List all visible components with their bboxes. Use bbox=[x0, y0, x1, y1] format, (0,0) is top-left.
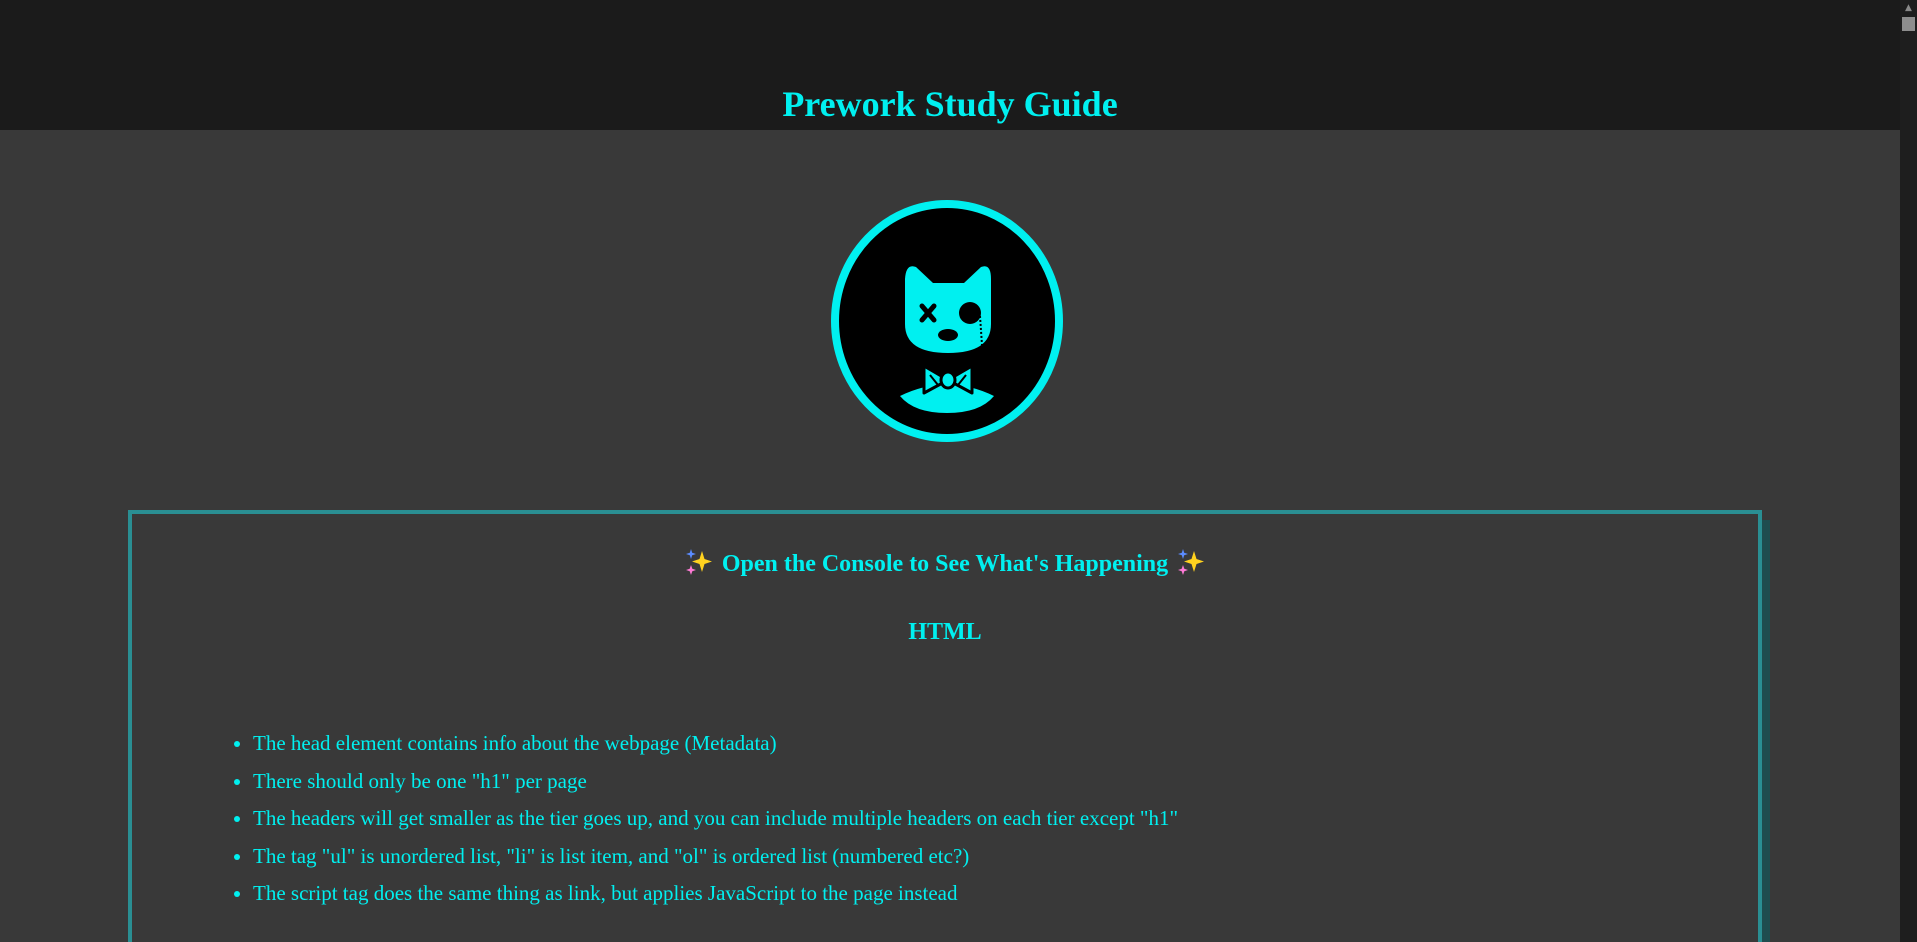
list-item: The head element contains info about the… bbox=[253, 725, 1178, 763]
section-title-html: HTML bbox=[908, 619, 982, 645]
page-header: Prework Study Guide bbox=[0, 0, 1900, 130]
sparkles-icon bbox=[684, 547, 714, 577]
list-item: The script tag does the same thing as li… bbox=[253, 875, 1178, 913]
study-card: Open the Console to See What's Happening… bbox=[128, 510, 1762, 942]
console-heading-text: Open the Console to See What's Happening bbox=[721, 551, 1169, 577]
console-heading: Open the Console to See What's Happening bbox=[132, 546, 1758, 582]
sparkles-icon bbox=[1176, 547, 1206, 577]
list-item: The headers will get smaller as the tier… bbox=[253, 800, 1178, 838]
list-item: The tag "ul" is unordered list, "li" is … bbox=[253, 838, 1178, 876]
page-title: Prework Study Guide bbox=[782, 84, 1118, 124]
cat-with-monocle-and-bowtie-icon bbox=[830, 199, 1064, 443]
notes-list: The head element contains info about the… bbox=[230, 725, 1178, 913]
scroll-up-arrow-icon[interactable]: ▲ bbox=[1900, 0, 1917, 17]
list-item: There should only be one "h1" per page bbox=[253, 763, 1178, 801]
page: Prework Study Guide Open the Console to … bbox=[0, 0, 1900, 942]
vertical-scrollbar[interactable]: ▲ bbox=[1900, 0, 1917, 942]
scrollbar-thumb[interactable] bbox=[1902, 17, 1915, 31]
